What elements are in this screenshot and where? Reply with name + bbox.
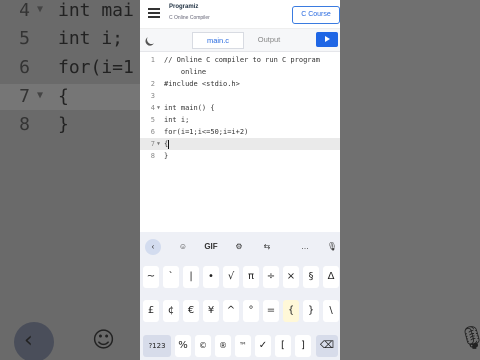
- key[interactable]: ©: [195, 335, 211, 357]
- tab-output[interactable]: Output: [246, 32, 292, 47]
- key[interactable]: Δ: [323, 266, 339, 288]
- key[interactable]: ÷: [263, 266, 279, 288]
- c-course-button[interactable]: C Course: [292, 6, 340, 24]
- key[interactable]: `: [163, 266, 179, 288]
- code-line: 3: [150, 92, 155, 100]
- sticker-icon[interactable]: ☺: [176, 240, 190, 254]
- background-right-panel: [340, 0, 480, 360]
- key[interactable]: §: [303, 266, 319, 288]
- settings-icon[interactable]: ⚙: [232, 240, 246, 254]
- key[interactable]: ✓: [255, 335, 271, 357]
- key[interactable]: ×: [283, 266, 299, 288]
- gif-button[interactable]: GIF: [202, 240, 220, 254]
- key[interactable]: ™: [235, 335, 251, 357]
- mic-icon[interactable]: 🎙: [326, 240, 338, 254]
- editor-toolbar: main.c Output: [140, 29, 340, 52]
- logo-subtitle: C Online Compiler: [169, 15, 210, 21]
- code-line: 8}: [150, 152, 169, 160]
- text-cursor: [168, 139, 170, 149]
- background-line: 6 for(i=1: [19, 57, 134, 78]
- code-line: 5 int i;: [150, 116, 190, 124]
- background-back-key: [14, 322, 54, 360]
- code-line: 1// Online C compiler to run C program: [150, 56, 320, 64]
- background-left-panel: [0, 0, 140, 360]
- code-line: 2 #include <stdio.h>: [150, 80, 240, 88]
- logo: Programiz: [169, 4, 199, 10]
- key[interactable]: [: [275, 335, 291, 357]
- key[interactable]: ®: [215, 335, 231, 357]
- key[interactable]: √: [223, 266, 239, 288]
- header: Programiz C Online Compiler C Course: [140, 0, 340, 29]
- key[interactable]: €: [183, 300, 199, 322]
- phone-screen: Programiz C Online Compiler C Course mai…: [140, 0, 340, 360]
- code-line: 4 ▼ int main() {: [150, 102, 215, 114]
- backspace-key[interactable]: ⌫: [316, 335, 338, 357]
- key[interactable]: {: [283, 300, 299, 322]
- tab-main-c[interactable]: main.c: [192, 32, 244, 49]
- fold-icon[interactable]: ▼: [157, 102, 160, 114]
- background-line: 5 int i;: [19, 28, 124, 49]
- more-icon[interactable]: …: [298, 240, 312, 254]
- key[interactable]: =: [263, 300, 279, 322]
- key[interactable]: %: [175, 335, 191, 357]
- key[interactable]: °: [243, 300, 259, 322]
- key[interactable]: |: [183, 266, 199, 288]
- keyboard-back-icon[interactable]: ‹: [145, 239, 161, 255]
- symbols-toggle-key[interactable]: ?123: [143, 335, 171, 357]
- background-line: 8}: [19, 114, 69, 135]
- key[interactable]: ¥: [203, 300, 219, 322]
- background-sticker-icon: ☺: [92, 328, 115, 353]
- key[interactable]: ¢: [163, 300, 179, 322]
- code-editor[interactable]: 1// Online C compiler to run C program o…: [140, 52, 340, 232]
- background-line: 4 ▼ int mai: [19, 0, 134, 21]
- menu-icon[interactable]: [148, 8, 160, 18]
- run-button[interactable]: [316, 32, 338, 47]
- background-mic-icon: 🎙: [458, 326, 480, 351]
- keyboard: ‹ ☺ GIF ⚙ ⇆ … 🎙 ~ ` | • √ π ÷ × § Δ £ ¢ …: [140, 232, 340, 360]
- background-line: 7 ▼{: [19, 86, 69, 107]
- key[interactable]: π: [243, 266, 259, 288]
- key[interactable]: ]: [295, 335, 311, 357]
- key[interactable]: }: [303, 300, 319, 322]
- theme-toggle-icon[interactable]: [146, 34, 158, 46]
- key[interactable]: \: [323, 300, 339, 322]
- fold-icon[interactable]: ▼: [157, 138, 160, 150]
- key[interactable]: ~: [143, 266, 159, 288]
- key[interactable]: £: [143, 300, 159, 322]
- code-line-active: 7 ▼{: [140, 138, 340, 150]
- background-back-icon: ‹: [24, 328, 33, 353]
- translate-icon[interactable]: ⇆: [260, 240, 274, 254]
- key[interactable]: ^: [223, 300, 239, 322]
- code-line: online: [164, 68, 207, 76]
- code-line: 6 for(i=1;i<=50;i=i+2): [150, 128, 249, 136]
- key[interactable]: •: [203, 266, 219, 288]
- keyboard-toolbar: ‹ ☺ GIF ⚙ ⇆ … 🎙: [140, 232, 340, 262]
